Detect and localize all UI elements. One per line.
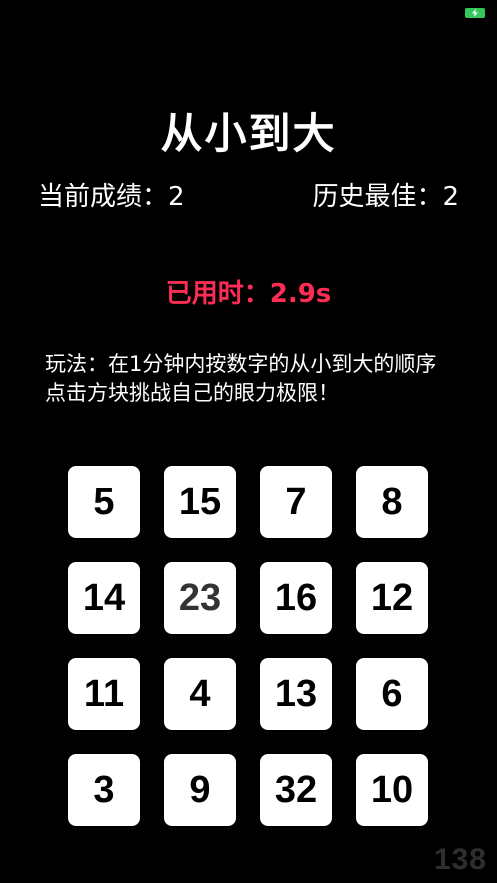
best-score-label: 历史最佳：: [312, 182, 443, 212]
number-tile[interactable]: 32: [260, 754, 332, 826]
number-tile[interactable]: 12: [356, 562, 428, 634]
best-score: 历史最佳：2: [312, 176, 459, 213]
number-tile[interactable]: 3: [68, 754, 140, 826]
number-tile[interactable]: 14: [68, 562, 140, 634]
number-tile[interactable]: 8: [356, 466, 428, 538]
number-tile[interactable]: 7: [260, 466, 332, 538]
timer-value: 2.9s: [269, 279, 332, 309]
number-tile[interactable]: 4: [164, 658, 236, 730]
number-tile[interactable]: 6: [356, 658, 428, 730]
current-score: 当前成绩：2: [38, 176, 185, 213]
current-score-label: 当前成绩：: [38, 182, 169, 212]
current-score-value: 2: [168, 182, 185, 212]
number-tile[interactable]: 13: [260, 658, 332, 730]
score-row: 当前成绩：2 历史最佳：2: [38, 176, 459, 213]
best-score-value: 2: [442, 182, 459, 212]
number-tile[interactable]: 10: [356, 754, 428, 826]
number-tile[interactable]: 15: [164, 466, 236, 538]
number-tile[interactable]: 9: [164, 754, 236, 826]
timer-label: 已用时：: [165, 279, 270, 309]
elapsed-timer: 已用时：2.9s: [0, 273, 497, 310]
number-tile-grid: 5 15 7 8 14 23 16 12 11 4 13 6 3 9 32 10: [68, 466, 428, 826]
lightning-icon: [472, 9, 478, 17]
game-instructions: 玩法：在1分钟内按数字的从小到大的顺序点击方块挑战自己的眼力极限！: [45, 352, 437, 405]
number-tile[interactable]: 23: [164, 562, 236, 634]
game-title: 从小到大: [160, 109, 337, 158]
battery-charging-icon: [465, 8, 485, 18]
number-tile[interactable]: 5: [68, 466, 140, 538]
number-tile[interactable]: 11: [68, 658, 140, 730]
watermark-logo: 138: [433, 843, 487, 876]
number-tile[interactable]: 16: [260, 562, 332, 634]
